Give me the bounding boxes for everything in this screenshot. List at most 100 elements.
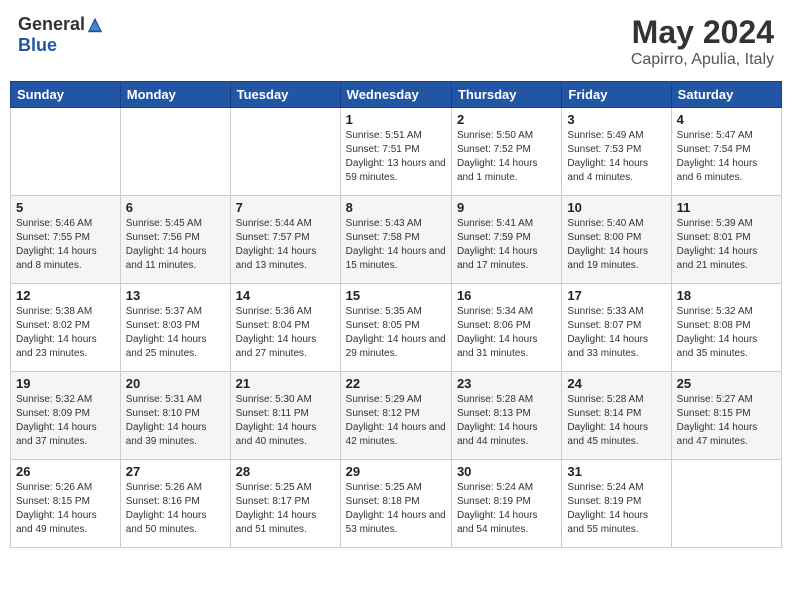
table-row: 8 Sunrise: 5:43 AM Sunset: 7:58 PM Daylig… xyxy=(340,196,451,284)
day-info: Sunrise: 5:26 AM Sunset: 8:15 PM Dayligh… xyxy=(16,481,115,537)
day-number: 31 xyxy=(567,464,665,479)
day-info: Sunrise: 5:28 AM Sunset: 8:13 PM Dayligh… xyxy=(457,393,556,449)
day-info: Sunrise: 5:31 AM Sunset: 8:10 PM Dayligh… xyxy=(126,393,225,449)
day-number: 29 xyxy=(346,464,446,479)
day-info: Sunrise: 5:37 AM Sunset: 8:03 PM Dayligh… xyxy=(126,305,225,361)
col-sunday: Sunday xyxy=(11,82,121,108)
table-row: 13 Sunrise: 5:37 AM Sunset: 8:03 PM Dayli… xyxy=(120,284,230,372)
week-row-4: 19 Sunrise: 5:32 AM Sunset: 8:09 PM Dayli… xyxy=(11,372,782,460)
day-info: Sunrise: 5:45 AM Sunset: 7:56 PM Dayligh… xyxy=(126,217,225,273)
table-row: 16Sunrise: 5:34 AM Sunset: 8:06 PM Dayli… xyxy=(451,284,561,372)
day-info: Sunrise: 5:28 AM Sunset: 8:14 PM Dayligh… xyxy=(567,393,665,449)
table-row: 20Sunrise: 5:31 AM Sunset: 8:10 PM Dayli… xyxy=(120,372,230,460)
header: General Blue May 2024 Capirro, Apulia, I… xyxy=(10,10,782,73)
table-row: 31Sunrise: 5:24 AM Sunset: 8:19 PM Dayli… xyxy=(562,460,671,548)
table-row: 28 Sunrise: 5:25 AM Sunset: 8:17 PM Dayli… xyxy=(230,460,340,548)
table-row: 1 Sunrise: 5:51 AM Sunset: 7:51 PM Daylig… xyxy=(340,108,451,196)
table-row: 14Sunrise: 5:36 AM Sunset: 8:04 PM Dayli… xyxy=(230,284,340,372)
table-row: 9 Sunrise: 5:41 AM Sunset: 7:59 PM Daylig… xyxy=(451,196,561,284)
col-friday: Friday xyxy=(562,82,671,108)
table-row: 18 Sunrise: 5:32 AM Sunset: 8:08 PM Dayli… xyxy=(671,284,781,372)
day-info: Sunrise: 5:29 AM Sunset: 8:12 PM Dayligh… xyxy=(346,393,446,449)
table-row: 23 Sunrise: 5:28 AM Sunset: 8:13 PM Dayli… xyxy=(451,372,561,460)
day-number: 2 xyxy=(457,112,556,127)
table-row xyxy=(11,108,121,196)
day-info: Sunrise: 5:38 AM Sunset: 8:02 PM Dayligh… xyxy=(16,305,115,361)
day-info: Sunrise: 5:44 AM Sunset: 7:57 PM Dayligh… xyxy=(236,217,335,273)
day-info: Sunrise: 5:24 AM Sunset: 8:19 PM Dayligh… xyxy=(457,481,556,537)
day-number: 5 xyxy=(16,200,115,215)
table-row xyxy=(671,460,781,548)
col-tuesday: Tuesday xyxy=(230,82,340,108)
day-number: 9 xyxy=(457,200,556,215)
day-info: Sunrise: 5:41 AM Sunset: 7:59 PM Dayligh… xyxy=(457,217,556,273)
day-number: 18 xyxy=(677,288,776,303)
logo: General Blue xyxy=(18,14,105,56)
day-info: Sunrise: 5:25 AM Sunset: 8:17 PM Dayligh… xyxy=(236,481,335,537)
day-info: Sunrise: 5:33 AM Sunset: 8:07 PM Dayligh… xyxy=(567,305,665,361)
col-wednesday: Wednesday xyxy=(340,82,451,108)
week-row-5: 26Sunrise: 5:26 AM Sunset: 8:15 PM Dayli… xyxy=(11,460,782,548)
day-number: 3 xyxy=(567,112,665,127)
table-row: 26Sunrise: 5:26 AM Sunset: 8:15 PM Dayli… xyxy=(11,460,121,548)
logo-icon xyxy=(86,16,104,34)
header-row: Sunday Monday Tuesday Wednesday Thursday… xyxy=(11,82,782,108)
table-row: 6 Sunrise: 5:45 AM Sunset: 7:56 PM Daylig… xyxy=(120,196,230,284)
day-info: Sunrise: 5:50 AM Sunset: 7:52 PM Dayligh… xyxy=(457,129,556,185)
table-row: 7 Sunrise: 5:44 AM Sunset: 7:57 PM Daylig… xyxy=(230,196,340,284)
day-number: 1 xyxy=(346,112,446,127)
table-row: 21 Sunrise: 5:30 AM Sunset: 8:11 PM Dayli… xyxy=(230,372,340,460)
day-number: 28 xyxy=(236,464,335,479)
day-number: 8 xyxy=(346,200,446,215)
day-info: Sunrise: 5:39 AM Sunset: 8:01 PM Dayligh… xyxy=(677,217,776,273)
col-thursday: Thursday xyxy=(451,82,561,108)
day-number: 16 xyxy=(457,288,556,303)
day-number: 15 xyxy=(346,288,446,303)
day-number: 21 xyxy=(236,376,335,391)
table-row: 3 Sunrise: 5:49 AM Sunset: 7:53 PM Daylig… xyxy=(562,108,671,196)
day-info: Sunrise: 5:51 AM Sunset: 7:51 PM Dayligh… xyxy=(346,129,446,185)
day-number: 13 xyxy=(126,288,225,303)
day-number: 27 xyxy=(126,464,225,479)
table-row: 27Sunrise: 5:26 AM Sunset: 8:16 PM Dayli… xyxy=(120,460,230,548)
day-info: Sunrise: 5:25 AM Sunset: 8:18 PM Dayligh… xyxy=(346,481,446,537)
table-row: 24Sunrise: 5:28 AM Sunset: 8:14 PM Dayli… xyxy=(562,372,671,460)
day-info: Sunrise: 5:46 AM Sunset: 7:55 PM Dayligh… xyxy=(16,217,115,273)
day-number: 30 xyxy=(457,464,556,479)
day-number: 6 xyxy=(126,200,225,215)
calendar-table: Sunday Monday Tuesday Wednesday Thursday… xyxy=(10,81,782,548)
table-row xyxy=(120,108,230,196)
day-number: 10 xyxy=(567,200,665,215)
month-title: May 2024 xyxy=(631,14,774,51)
table-row: 4 Sunrise: 5:47 AM Sunset: 7:54 PM Daylig… xyxy=(671,108,781,196)
table-row xyxy=(230,108,340,196)
day-info: Sunrise: 5:35 AM Sunset: 8:05 PM Dayligh… xyxy=(346,305,446,361)
day-info: Sunrise: 5:36 AM Sunset: 8:04 PM Dayligh… xyxy=(236,305,335,361)
day-info: Sunrise: 5:47 AM Sunset: 7:54 PM Dayligh… xyxy=(677,129,776,185)
day-info: Sunrise: 5:30 AM Sunset: 8:11 PM Dayligh… xyxy=(236,393,335,449)
week-row-1: 1 Sunrise: 5:51 AM Sunset: 7:51 PM Daylig… xyxy=(11,108,782,196)
title-area: May 2024 Capirro, Apulia, Italy xyxy=(631,14,774,69)
day-number: 23 xyxy=(457,376,556,391)
day-number: 4 xyxy=(677,112,776,127)
day-info: Sunrise: 5:43 AM Sunset: 7:58 PM Dayligh… xyxy=(346,217,446,273)
day-info: Sunrise: 5:32 AM Sunset: 8:09 PM Dayligh… xyxy=(16,393,115,449)
table-row: 12Sunrise: 5:38 AM Sunset: 8:02 PM Dayli… xyxy=(11,284,121,372)
table-row: 15 Sunrise: 5:35 AM Sunset: 8:05 PM Dayli… xyxy=(340,284,451,372)
table-row: 2 Sunrise: 5:50 AM Sunset: 7:52 PM Daylig… xyxy=(451,108,561,196)
table-row: 11Sunrise: 5:39 AM Sunset: 8:01 PM Dayli… xyxy=(671,196,781,284)
location: Capirro, Apulia, Italy xyxy=(631,51,774,69)
day-info: Sunrise: 5:49 AM Sunset: 7:53 PM Dayligh… xyxy=(567,129,665,185)
day-number: 22 xyxy=(346,376,446,391)
table-row: 25Sunrise: 5:27 AM Sunset: 8:15 PM Dayli… xyxy=(671,372,781,460)
day-number: 7 xyxy=(236,200,335,215)
table-row: 10Sunrise: 5:40 AM Sunset: 8:00 PM Dayli… xyxy=(562,196,671,284)
table-row: 22 Sunrise: 5:29 AM Sunset: 8:12 PM Dayli… xyxy=(340,372,451,460)
table-row: 29 Sunrise: 5:25 AM Sunset: 8:18 PM Dayli… xyxy=(340,460,451,548)
day-number: 25 xyxy=(677,376,776,391)
col-monday: Monday xyxy=(120,82,230,108)
day-info: Sunrise: 5:32 AM Sunset: 8:08 PM Dayligh… xyxy=(677,305,776,361)
day-number: 19 xyxy=(16,376,115,391)
table-row: 17 Sunrise: 5:33 AM Sunset: 8:07 PM Dayli… xyxy=(562,284,671,372)
day-number: 17 xyxy=(567,288,665,303)
